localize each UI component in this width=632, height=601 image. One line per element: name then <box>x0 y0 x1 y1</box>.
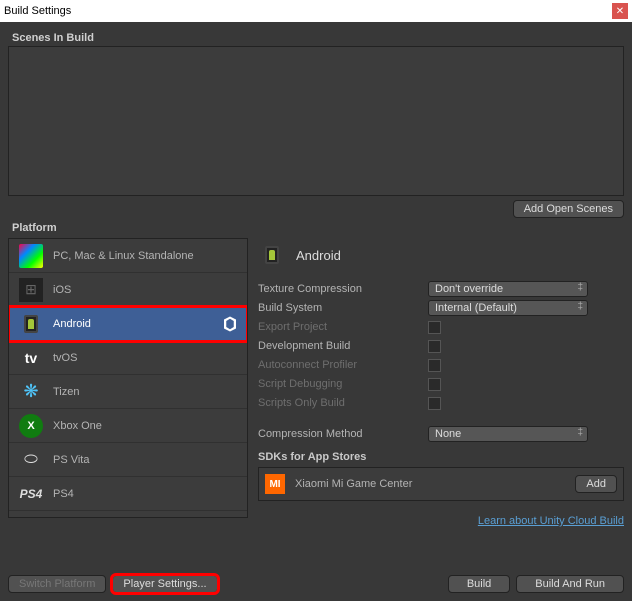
scripts-only-build-checkbox <box>428 397 441 410</box>
tvos-icon: tv <box>17 344 45 372</box>
xiaomi-icon: MI <box>265 474 285 494</box>
build-button[interactable]: Build <box>448 575 510 593</box>
unity-icon <box>221 315 239 333</box>
texture-compression-label: Texture Compression <box>258 283 428 295</box>
cloud-build-link[interactable]: Learn about Unity Cloud Build <box>478 515 624 527</box>
script-debugging-checkbox <box>428 378 441 391</box>
development-build-checkbox[interactable] <box>428 340 441 353</box>
title-bar: Build Settings ✕ <box>0 0 632 22</box>
window-title: Build Settings <box>4 5 71 17</box>
tizen-icon: ❋ <box>17 378 45 406</box>
ios-icon <box>17 276 45 304</box>
platform-item-xbox[interactable]: X Xbox One <box>9 409 247 443</box>
platform-header: Platform <box>12 222 624 234</box>
export-project-checkbox <box>428 321 441 334</box>
platform-item-ios[interactable]: iOS <box>9 273 247 307</box>
autoconnect-profiler-label: Autoconnect Profiler <box>258 359 428 371</box>
platform-details: Android Texture Compression Don't overri… <box>258 238 624 527</box>
platform-item-psvita[interactable]: ⬭ PS Vita <box>9 443 247 477</box>
platform-list: PC, Mac & Linux Standalone iOS Android tvtv… <box>8 238 248 518</box>
platform-item-label: PC, Mac & Linux Standalone <box>53 250 194 262</box>
development-build-label: Development Build <box>258 340 428 352</box>
platform-item-label: PS4 <box>53 488 74 500</box>
compression-method-label: Compression Method <box>258 428 428 440</box>
build-system-dropdown[interactable]: Internal (Default) <box>428 300 588 316</box>
platform-item-tvos[interactable]: tvtvOS <box>9 341 247 375</box>
player-settings-button[interactable]: Player Settings... <box>112 575 217 593</box>
build-and-run-button[interactable]: Build And Run <box>516 575 624 593</box>
android-icon <box>258 241 286 269</box>
sdk-add-button[interactable]: Add <box>575 475 617 493</box>
texture-compression-dropdown[interactable]: Don't override <box>428 281 588 297</box>
export-project-label: Export Project <box>258 321 428 333</box>
platform-item-label: Android <box>53 318 91 330</box>
compression-method-dropdown[interactable]: None <box>428 426 588 442</box>
script-debugging-label: Script Debugging <box>258 378 428 390</box>
autoconnect-profiler-checkbox <box>428 359 441 372</box>
platform-item-label: PS Vita <box>53 454 90 466</box>
add-open-scenes-button[interactable]: Add Open Scenes <box>513 200 624 218</box>
platform-item-ps4[interactable]: PS4 PS4 <box>9 477 247 511</box>
footer: Switch Platform Player Settings... Build… <box>8 575 624 593</box>
platform-item-android[interactable]: Android <box>9 307 247 341</box>
sdk-header: SDKs for App Stores <box>258 451 624 463</box>
platform-item-label: iOS <box>53 284 71 296</box>
sdk-row: MI Xiaomi Mi Game Center Add <box>258 467 624 501</box>
platform-item-tizen[interactable]: ❋ Tizen <box>9 375 247 409</box>
build-system-label: Build System <box>258 302 428 314</box>
platform-item-label: Tizen <box>53 386 80 398</box>
sdk-name: Xiaomi Mi Game Center <box>295 478 412 490</box>
scripts-only-build-label: Scripts Only Build <box>258 397 428 409</box>
details-title: Android <box>296 248 341 263</box>
ps4-icon: PS4 <box>17 480 45 508</box>
platform-item-pc[interactable]: PC, Mac & Linux Standalone <box>9 239 247 273</box>
pc-icon <box>17 242 45 270</box>
scenes-list[interactable] <box>8 46 624 196</box>
scenes-header: Scenes In Build <box>12 32 624 44</box>
android-icon <box>17 310 45 338</box>
switch-platform-button: Switch Platform <box>8 575 106 593</box>
psvita-icon: ⬭ <box>17 446 45 474</box>
platform-item-label: Xbox One <box>53 420 102 432</box>
xbox-icon: X <box>17 412 45 440</box>
close-icon[interactable]: ✕ <box>612 3 628 19</box>
platform-item-label: tvOS <box>53 352 77 364</box>
